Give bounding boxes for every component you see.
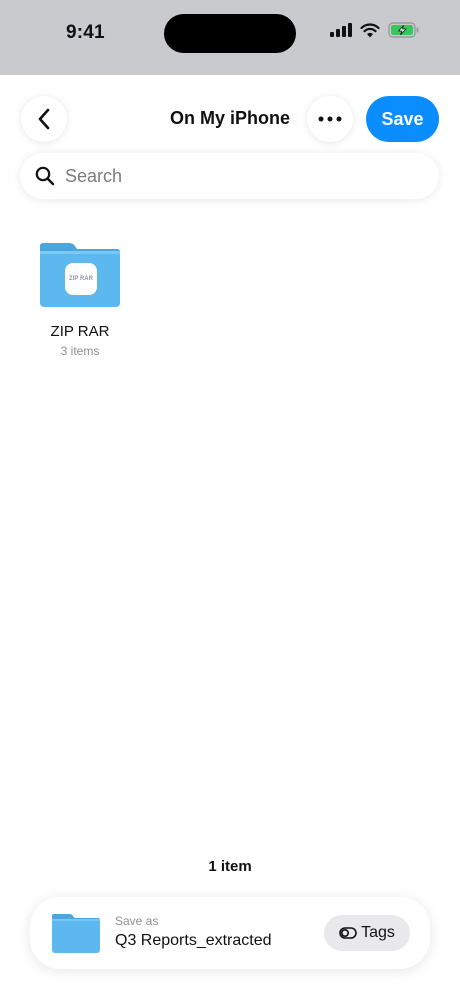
status-bar: 9:41 xyxy=(0,0,460,70)
save-as-label: Save as xyxy=(115,914,159,928)
tag-icon xyxy=(339,927,357,939)
items-count: 1 item xyxy=(208,858,252,875)
filename-field[interactable] xyxy=(115,932,315,950)
back-button[interactable] xyxy=(21,96,67,142)
folder-badge: ZIP RAR xyxy=(65,263,97,295)
save-sheet: On My iPhone Save Search ZIP RAR ZIP RAR… xyxy=(0,75,460,999)
dynamic-island xyxy=(164,14,296,53)
cellular-signal-icon xyxy=(330,23,352,42)
folder-icon xyxy=(51,913,101,958)
search-icon xyxy=(35,166,55,186)
folder-item-count: 3 items xyxy=(60,344,100,358)
search-bar[interactable] xyxy=(20,153,439,199)
folder-name: ZIP RAR xyxy=(50,323,110,340)
tags-label: Tags xyxy=(361,924,395,941)
folder-badge-text: ZIP RAR xyxy=(69,276,93,282)
status-icons xyxy=(330,22,420,43)
folder-item[interactable]: ZIP RAR ZIP RAR 3 items xyxy=(30,241,130,358)
chevron-left-icon xyxy=(37,108,51,130)
search-input[interactable] xyxy=(63,164,407,188)
more-options-button[interactable] xyxy=(307,96,353,142)
save-button[interactable]: Save xyxy=(366,96,439,142)
tags-button[interactable]: Tags xyxy=(324,915,410,951)
page-title: On My iPhone xyxy=(169,108,290,128)
nav-bar: On My iPhone Save xyxy=(0,96,460,142)
save-as-panel: Save as Tags xyxy=(30,897,430,969)
wifi-icon xyxy=(360,22,380,43)
status-time: 9:41 xyxy=(66,22,105,43)
ellipsis-icon xyxy=(318,116,342,122)
battery-charging-icon xyxy=(388,22,420,43)
